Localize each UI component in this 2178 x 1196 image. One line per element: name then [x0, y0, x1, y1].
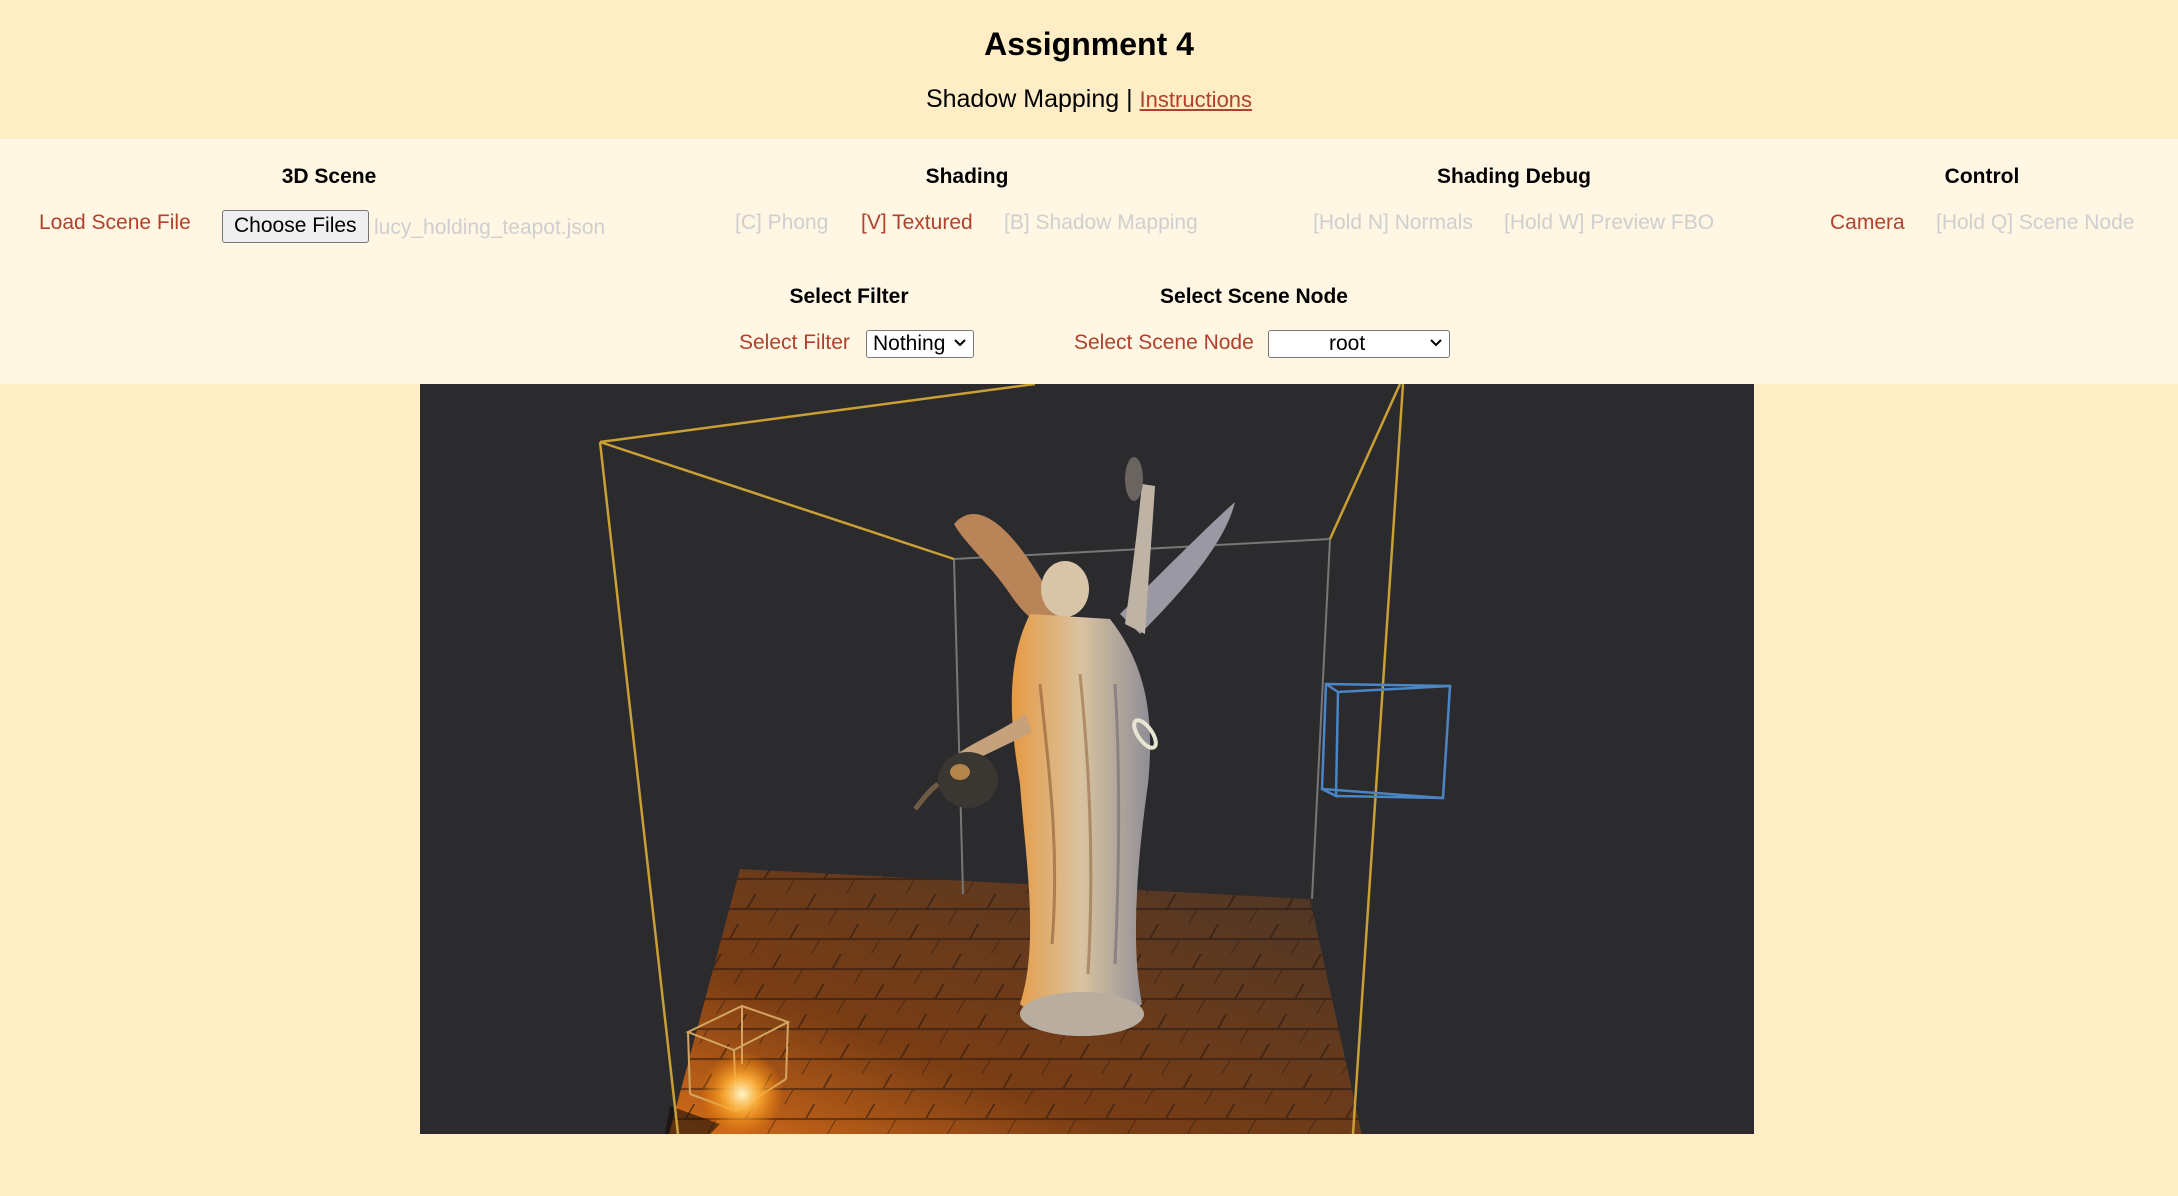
subtitle-text: Shadow Mapping |	[925, 85, 1133, 113]
camera-option[interactable]: Camera	[1830, 210, 1905, 236]
chevron-down-icon	[1430, 339, 1442, 347]
shading-heading: Shading	[925, 165, 1009, 188]
page-header: Assignment 4 Shadow Mapping | Instructio…	[0, 0, 2178, 139]
filter-select-value: Nothing	[873, 332, 946, 355]
select-scene-node-heading: Select Scene Node	[1160, 285, 1348, 308]
instructions-link[interactable]: Instructions	[1140, 87, 1253, 112]
select-filter-label: Select Filter	[739, 331, 850, 354]
light-glow	[700, 1052, 784, 1134]
choose-files-button[interactable]: Choose Files	[222, 210, 369, 243]
chevron-down-icon	[954, 339, 966, 347]
scene-node-select-value: root	[1329, 332, 1366, 355]
scene-node-select[interactable]: root	[1268, 330, 1450, 358]
controls-panel: 3D Scene Load Scene File Choose Files lu…	[0, 139, 2178, 384]
load-scene-file-label[interactable]: Load Scene File	[39, 210, 191, 236]
scene-node-option[interactable]: [Hold Q] Scene Node	[1936, 210, 2134, 236]
select-filter-heading: Select Filter	[789, 285, 909, 308]
filter-select[interactable]: Nothing	[866, 330, 974, 358]
file-name-text: lucy_holding_teapot.json	[374, 216, 606, 239]
phong-option[interactable]: [C] Phong	[735, 210, 828, 236]
page-subtitle: Shadow Mapping | Instructions	[0, 82, 2178, 117]
select-scene-node-label: Select Scene Node	[1074, 331, 1254, 354]
shading-debug-heading: Shading Debug	[1437, 165, 1591, 188]
scene-heading: 3D Scene	[281, 165, 377, 188]
render-viewport[interactable]	[420, 384, 1754, 1134]
control-heading: Control	[1944, 165, 2020, 188]
shadow-mapping-option[interactable]: [B] Shadow Mapping	[1004, 210, 1198, 236]
selected-node-box	[1320, 682, 1452, 800]
preview-fbo-option[interactable]: [Hold W] Preview FBO	[1504, 210, 1714, 236]
scene-render	[598, 384, 1452, 1134]
normals-option[interactable]: [Hold N] Normals	[1313, 210, 1473, 236]
textured-option[interactable]: [V] Textured	[861, 210, 973, 236]
page-title: Assignment 4	[984, 26, 1194, 62]
